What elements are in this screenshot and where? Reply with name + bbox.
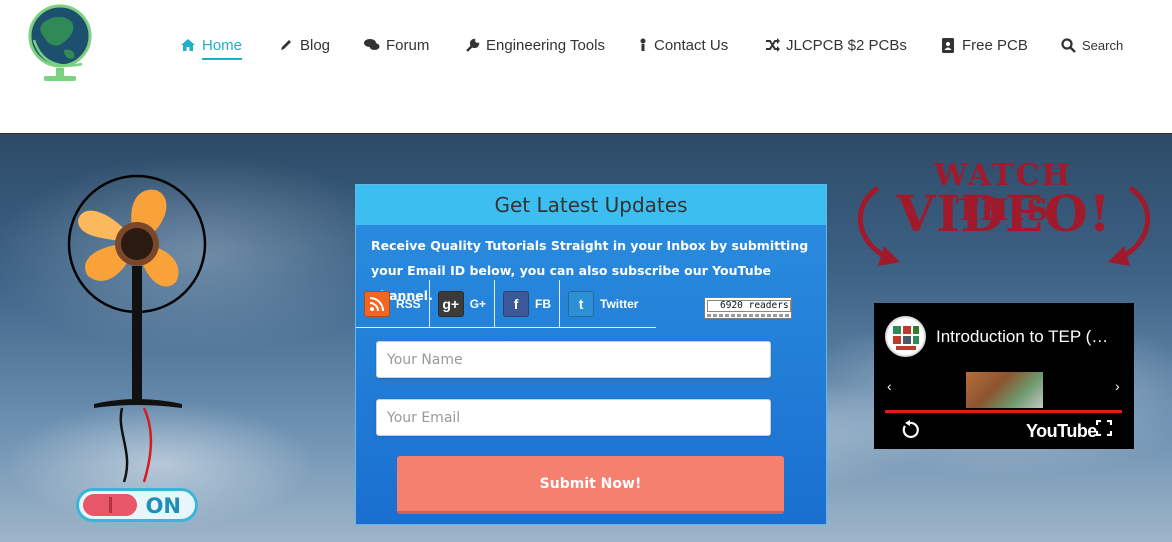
nav-contact-us-label: Contact Us (654, 36, 729, 54)
nav-engineering-tools[interactable]: Engineering Tools (464, 28, 605, 62)
video-progress-bar[interactable] (885, 410, 1122, 413)
nav-search[interactable]: Search (1060, 28, 1123, 62)
video-title[interactable]: Introduction to TEP (… (936, 327, 1108, 347)
toggle-knob (83, 494, 137, 516)
social-rss-label: RSS (396, 297, 421, 311)
fan-illustration (64, 172, 214, 522)
nav-contact-us[interactable]: Contact Us (638, 28, 728, 62)
replay-icon[interactable] (900, 420, 920, 445)
readers-count: 6920 readers (707, 300, 791, 312)
nav-blog[interactable]: Blog (278, 28, 330, 62)
nav-jlcpcb-label: JLCPCB $2 PCBs (786, 36, 907, 54)
site-logo[interactable] (24, 2, 96, 84)
watch-video-graphic: WATCH THIS VIDEO! (848, 158, 1160, 272)
power-toggle[interactable]: ON (76, 488, 198, 522)
nav-blog-label: Blog (300, 36, 331, 54)
social-links: RSS g+ G+ f FB t Twitter (356, 280, 656, 328)
curved-arrow-right-icon (1108, 185, 1151, 266)
home-icon (180, 37, 196, 53)
chevron-left-icon[interactable]: ‹ (887, 378, 892, 394)
social-twitter[interactable]: t Twitter (560, 280, 646, 328)
submit-button[interactable]: Submit Now! (397, 456, 784, 514)
twitter-icon: t (568, 291, 595, 317)
social-facebook[interactable]: f FB (495, 280, 561, 328)
nav-search-label: Search (1082, 37, 1124, 53)
fullscreen-icon[interactable] (1095, 419, 1113, 441)
youtube-logo[interactable]: YouTube (1026, 421, 1097, 442)
nav-free-pcb-label: Free PCB (962, 36, 1028, 54)
comments-icon (364, 37, 380, 53)
facebook-icon: f (503, 291, 530, 317)
curved-arrow-left-icon (857, 185, 900, 266)
nav-home-label: Home (202, 36, 243, 54)
header-spacer (0, 94, 1172, 134)
hero-banner: ON Get Latest Updates Receive Quality Tu… (0, 134, 1172, 542)
social-gplus-label: G+ (469, 297, 487, 311)
readers-badge-bar (707, 314, 791, 317)
nav-forum[interactable]: Forum (364, 28, 429, 62)
subscribe-title: Get Latest Updates (356, 185, 826, 225)
social-fb-label: FB (535, 297, 552, 311)
site-header: Home Blog Forum Engineering Tools Contac… (0, 0, 1172, 94)
shuffle-icon (764, 37, 780, 53)
nav-forum-label: Forum (386, 36, 430, 54)
name-input[interactable] (376, 341, 771, 378)
email-input[interactable] (376, 399, 771, 436)
person-icon (638, 37, 648, 53)
nav-free-pcb[interactable]: Free PCB (940, 28, 1028, 62)
chevron-right-icon[interactable]: › (1115, 378, 1120, 394)
address-book-icon (940, 37, 956, 53)
social-google-plus[interactable]: g+ G+ (430, 280, 496, 328)
social-twitter-label: Twitter (600, 297, 639, 311)
nav-jlcpcb[interactable]: JLCPCB $2 PCBs (764, 28, 907, 62)
nav-engineering-tools-label: Engineering Tools (486, 36, 605, 54)
subscribe-widget: Get Latest Updates Receive Quality Tutor… (355, 184, 827, 525)
rss-icon (364, 291, 390, 317)
pencil-icon (278, 37, 294, 53)
nav-home[interactable]: Home (180, 28, 243, 62)
channel-avatar[interactable] (885, 316, 926, 357)
toggle-label: ON (145, 494, 181, 518)
video-thumbnail[interactable] (966, 372, 1043, 408)
google-plus-icon: g+ (437, 291, 464, 317)
search-icon (1060, 37, 1076, 53)
youtube-embed[interactable]: Introduction to TEP (… ‹ › YouTube (874, 303, 1134, 449)
feed-readers-badge[interactable]: 6920 readers (704, 297, 792, 319)
wrench-icon (464, 37, 480, 53)
social-rss[interactable]: RSS (356, 280, 430, 328)
